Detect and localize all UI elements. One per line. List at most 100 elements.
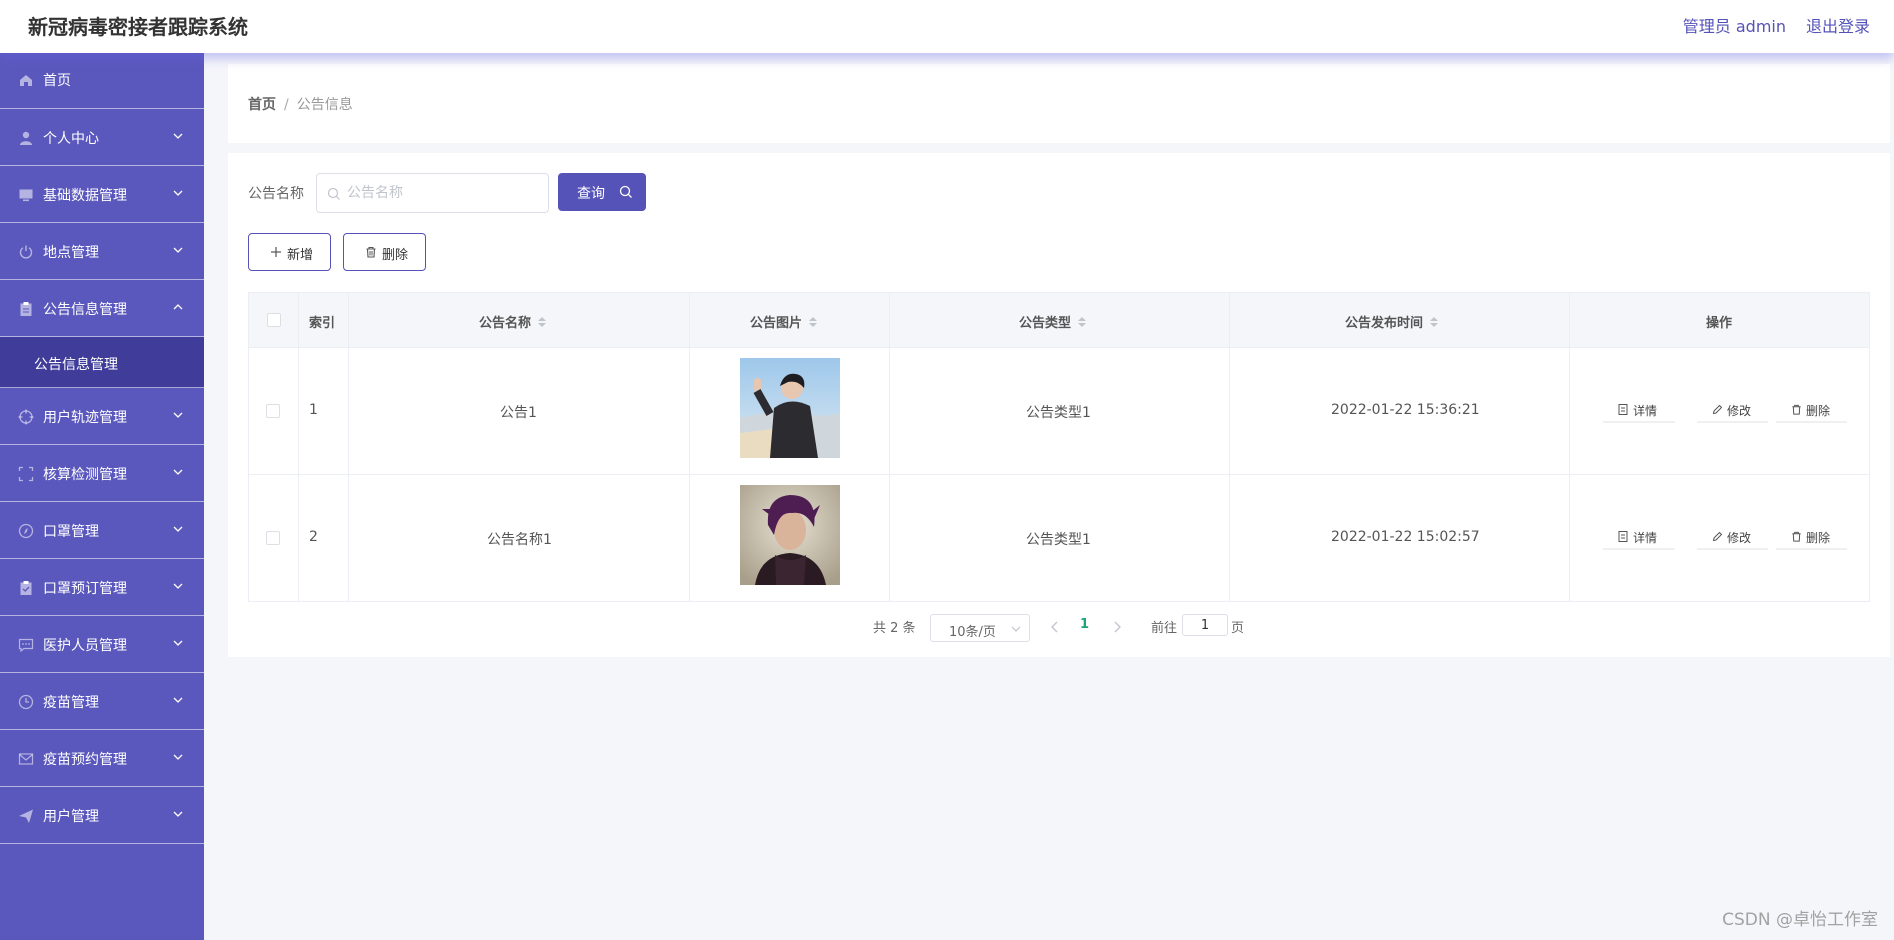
breadcrumb: 首页 / 公告信息 <box>248 94 353 114</box>
sort-icon[interactable] <box>1077 316 1087 328</box>
sidebar-item-mask[interactable]: 口罩管理 <box>0 502 204 559</box>
edit-icon <box>1712 531 1723 542</box>
header-image-cell[interactable]: 公告图片 <box>690 293 890 347</box>
goto-label: 前往 <box>1151 621 1178 636</box>
next-page-button[interactable] <box>1110 617 1124 637</box>
sidebar-item-label: 核算检测管理 <box>43 467 127 483</box>
edit-button[interactable]: 修改 <box>1697 397 1768 423</box>
row-time-cell: 2022-01-22 15:36:21 <box>1230 348 1570 474</box>
chevron-down-icon <box>173 133 183 139</box>
chevron-down-icon <box>173 697 183 703</box>
edit-icon <box>1712 404 1723 415</box>
add-button-label: 新增 <box>287 248 314 263</box>
query-button[interactable]: 查询 <box>558 173 646 211</box>
sidebar-item-personal-center[interactable]: 个人中心 <box>0 109 204 166</box>
chevron-down-icon <box>173 640 183 646</box>
detail-button[interactable]: 详情 <box>1603 397 1675 423</box>
plus-icon <box>271 247 281 257</box>
page-size-select[interactable]: 10条/页 <box>930 614 1030 642</box>
trash-icon <box>366 246 376 258</box>
query-button-label: 查询 <box>577 186 605 202</box>
announcement-photo <box>740 485 840 585</box>
row-index: 1 <box>309 402 318 418</box>
detail-button[interactable]: 详情 <box>1603 524 1675 550</box>
sidebar-item-label: 疫苗预约管理 <box>43 752 127 768</box>
add-button[interactable]: 新增 <box>248 233 331 271</box>
sidebar-item-label: 个人中心 <box>43 131 99 147</box>
header-name: 公告名称 <box>479 312 547 331</box>
sidebar-item-label: 口罩预订管理 <box>43 581 127 597</box>
sidebar-item-location[interactable]: 地点管理 <box>0 223 204 280</box>
row-name: 公告1 <box>500 405 537 421</box>
sidebar-item-label: 医护人员管理 <box>43 638 127 654</box>
header-time-label: 公告发布时间 <box>1345 316 1424 331</box>
chevron-down-icon <box>173 811 183 817</box>
document-icon <box>1618 404 1628 415</box>
sidebar-item-label: 首页 <box>43 73 71 89</box>
select-all-checkbox[interactable] <box>267 313 281 327</box>
sidebar: 首页 个人中心 基础数据管理 地点管理 公告信息管理 公告信息管理 用户轨迹管理… <box>0 53 204 940</box>
sort-icon[interactable] <box>1429 316 1439 328</box>
row-checkbox[interactable] <box>266 404 280 418</box>
page-size-value: 10条/页 <box>949 625 996 640</box>
goto-page-input[interactable] <box>1182 614 1228 636</box>
header-name-cell[interactable]: 公告名称 <box>349 293 690 347</box>
row-checkbox[interactable] <box>266 531 280 545</box>
sidebar-item-announcement[interactable]: 公告信息管理 <box>0 280 204 337</box>
sidebar-item-medical-staff[interactable]: 医护人员管理 <box>0 616 204 673</box>
logout-link[interactable]: 退出登录 <box>1806 13 1870 37</box>
table-header: 索引 公告名称 公告图片 公告类型 公告发布时间 操作 <box>249 293 1869 348</box>
sidebar-item-user-management[interactable]: 用户管理 <box>0 787 204 844</box>
header-type-cell[interactable]: 公告类型 <box>890 293 1230 347</box>
sidebar-item-mask-order[interactable]: 口罩预订管理 <box>0 559 204 616</box>
page-number-current[interactable]: 1 <box>1080 617 1089 632</box>
sidebar-item-user-track[interactable]: 用户轨迹管理 <box>0 388 204 445</box>
announcement-image[interactable] <box>740 358 840 458</box>
chevron-down-icon <box>173 526 183 532</box>
row-checkbox-cell <box>249 348 299 474</box>
row-time-cell: 2022-01-22 15:02:57 <box>1230 475 1570 601</box>
sidebar-item-basic-data[interactable]: 基础数据管理 <box>0 166 204 223</box>
search-icon <box>327 187 340 200</box>
edit-button-label: 修改 <box>1727 404 1752 418</box>
row-type-cell: 公告类型1 <box>890 348 1230 474</box>
announcement-table: 索引 公告名称 公告图片 公告类型 公告发布时间 操作 1 公告1 公告类型1 … <box>248 292 1870 602</box>
sidebar-item-vaccine[interactable]: 疫苗管理 <box>0 673 204 730</box>
row-index: 2 <box>309 529 318 545</box>
row-time: 2022-01-22 15:02:57 <box>1331 529 1480 545</box>
header-name-label: 公告名称 <box>479 316 532 331</box>
sort-icon[interactable] <box>537 316 547 328</box>
row-name: 公告名称1 <box>487 532 552 548</box>
announcement-image[interactable] <box>740 485 840 585</box>
sidebar-item-vaccine-appointment[interactable]: 疫苗预约管理 <box>0 730 204 787</box>
submenu-item-label: 公告信息管理 <box>34 357 118 373</box>
prev-page-button[interactable] <box>1048 617 1062 637</box>
sort-icon[interactable] <box>808 316 818 328</box>
delete-button-label: 删除 <box>1806 404 1831 418</box>
detail-button-label: 详情 <box>1633 531 1658 545</box>
header-time-cell[interactable]: 公告发布时间 <box>1230 293 1570 347</box>
row-type: 公告类型1 <box>1026 405 1091 421</box>
announcement-photo <box>740 358 840 458</box>
edit-button[interactable]: 修改 <box>1697 524 1768 550</box>
breadcrumb-separator: / <box>284 97 289 113</box>
sidebar-item-home[interactable]: 首页 <box>0 53 204 109</box>
message-icon <box>18 753 34 765</box>
delete-button[interactable]: 删除 <box>1776 397 1847 423</box>
header-actions: 操作 <box>1706 316 1733 331</box>
breadcrumb-home-link[interactable]: 首页 <box>248 97 276 113</box>
header-checkbox-cell <box>249 293 299 347</box>
table-row: 1 公告1 公告类型1 2022-01-22 15:36:21 详情 修改 删除 <box>249 348 1869 475</box>
delete-button[interactable]: 删除 <box>1776 524 1847 550</box>
app-title: 新冠病毒密接者跟踪系统 <box>28 15 248 39</box>
chevron-down-icon <box>173 412 183 418</box>
delete-button-label: 删除 <box>1806 531 1831 545</box>
sidebar-item-label: 基础数据管理 <box>43 188 127 204</box>
row-type-cell: 公告类型1 <box>890 475 1230 601</box>
batch-delete-button[interactable]: 删除 <box>343 233 426 271</box>
sidebar-item-nucleic-test[interactable]: 核算检测管理 <box>0 445 204 502</box>
search-field[interactable] <box>316 173 549 213</box>
submenu-item-announcement-management[interactable]: 公告信息管理 <box>0 337 204 388</box>
search-input[interactable] <box>347 183 537 203</box>
edit-button-label: 修改 <box>1727 531 1752 545</box>
